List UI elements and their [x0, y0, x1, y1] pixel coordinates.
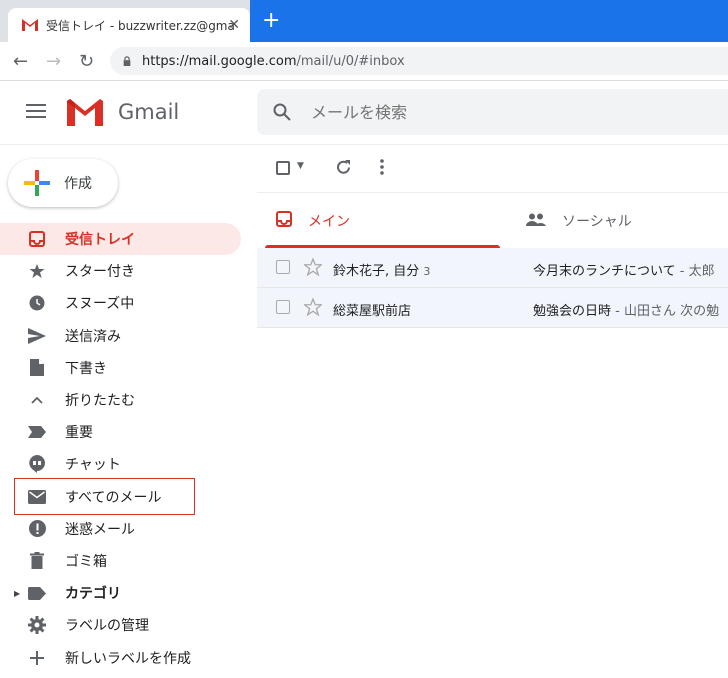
chevron-up-icon	[28, 391, 46, 409]
primary-inbox-icon	[276, 211, 292, 227]
sidebar-item-label: 新しいラベルを作成	[65, 650, 191, 667]
search-input[interactable]	[309, 101, 693, 123]
url-text: https://mail.google.com/mail/u/0/#inbox	[142, 54, 405, 69]
sidebar-item-label: ゴミ箱	[65, 553, 107, 570]
star-outline-icon[interactable]	[304, 298, 322, 316]
sidebar-item-important[interactable]: 重要	[0, 416, 241, 448]
sidebar-item-starred[interactable]: スター付き	[0, 255, 241, 287]
sidebar-nav: 受信トレイ スター付き スヌーズ中 送信済み 下書き 折りたたむ 重要 チャット…	[0, 223, 241, 674]
sidebar-item-sent[interactable]: 送信済み	[0, 320, 241, 352]
label-tag-icon	[28, 584, 46, 602]
sidebar-item-label: スヌーズ中	[65, 296, 135, 313]
tab-primary-label: メイン	[308, 214, 350, 230]
sidebar-item-label: 折りたたむ	[65, 393, 135, 410]
gmail-header: Gmail	[0, 81, 728, 145]
tab-title: 受信トレイ - buzzwriter.zz@gmail.c	[46, 18, 236, 33]
sidebar-item-manage-labels[interactable]: ラベルの管理	[0, 609, 241, 641]
email-subject-line: 勉強会の日時 - 山田さん 次の勉	[533, 300, 719, 319]
sidebar-item-spam[interactable]: 迷惑メール	[0, 513, 241, 545]
sender-name: 総菜屋駅前店	[333, 304, 412, 319]
caret-right-icon[interactable]: ▶	[14, 589, 20, 598]
email-sender: 総菜屋駅前店	[333, 300, 411, 319]
browser-tab[interactable]: 受信トレイ - buzzwriter.zz@gmail.c ✕	[8, 8, 250, 42]
gear-icon	[28, 616, 46, 635]
sidebar-item-label: カテゴリ	[65, 586, 121, 603]
send-icon	[28, 327, 46, 345]
more-options-icon[interactable]	[380, 159, 384, 175]
email-subject: 勉強会の日時	[533, 304, 612, 319]
lock-icon	[123, 56, 131, 66]
sidebar-item-label: ラベルの管理	[65, 618, 149, 635]
email-sender: 鈴木花子, 自分 3	[333, 260, 430, 279]
tab-social-label: ソーシャル	[562, 214, 632, 230]
search-icon	[273, 103, 291, 121]
sidebar-item-trash[interactable]: ゴミ箱	[0, 545, 241, 577]
select-all-checkbox[interactable]	[276, 161, 290, 175]
browser-tabstrip: 受信トレイ - buzzwriter.zz@gmail.c ✕ +	[0, 0, 728, 42]
sidebar-item-label: 迷惑メール	[65, 521, 135, 538]
main-menu-icon[interactable]	[26, 104, 46, 122]
gmail-wordmark: Gmail	[118, 100, 180, 124]
search-bar[interactable]	[257, 89, 728, 135]
sidebar-item-drafts[interactable]: 下書き	[0, 352, 241, 384]
address-bar-row: ← → ↻ https://mail.google.com/mail/u/0/#…	[0, 42, 728, 81]
sidebar-item-snoozed[interactable]: スヌーズ中	[0, 287, 241, 319]
address-bar[interactable]: https://mail.google.com/mail/u/0/#inbox	[110, 47, 728, 75]
mail-toolbar: ▼	[257, 144, 728, 193]
email-subject-line: 今月末のランチについて - 太郎	[533, 260, 715, 279]
star-outline-icon[interactable]	[304, 258, 322, 276]
sidebar-item-chat[interactable]: チャット	[0, 448, 241, 480]
refresh-icon[interactable]	[335, 159, 352, 176]
email-row[interactable]: 総菜屋駅前店 勉強会の日時 - 山田さん 次の勉	[257, 288, 728, 328]
email-snippet: - 太郎	[675, 264, 715, 279]
sidebar-item-label: 重要	[65, 425, 93, 442]
trash-icon	[28, 552, 46, 570]
sidebar-item-label: 受信トレイ	[65, 232, 135, 249]
sidebar-item-inbox[interactable]: 受信トレイ	[0, 223, 241, 256]
star-icon	[28, 262, 46, 280]
category-tabs: メイン ソーシャル	[257, 193, 728, 249]
gmail-logo-icon	[67, 99, 103, 126]
new-tab-icon[interactable]: +	[262, 10, 280, 32]
important-icon	[28, 423, 46, 441]
inbox-icon	[28, 230, 46, 248]
draft-file-icon	[28, 359, 46, 377]
email-subject: 今月末のランチについて	[533, 264, 676, 279]
email-checkbox[interactable]	[276, 260, 290, 274]
tabstrip-background	[250, 0, 728, 42]
annotation-highlight-box	[14, 478, 195, 515]
tab-primary[interactable]: メイン	[265, 193, 500, 248]
url-host: https://mail.google.com	[142, 53, 297, 69]
back-icon[interactable]: ←	[13, 51, 28, 72]
sidebar-item-label: 送信済み	[65, 328, 121, 345]
clock-icon	[28, 294, 46, 312]
forward-icon[interactable]: →	[46, 51, 61, 72]
spam-alert-icon	[28, 520, 46, 538]
plus-icon	[28, 649, 46, 667]
chat-icon	[28, 455, 46, 474]
compose-button[interactable]: 作成	[8, 159, 118, 207]
sidebar-item-create-label[interactable]: 新しいラベルを作成	[0, 641, 241, 673]
sidebar-item-label: チャット	[65, 457, 121, 474]
sidebar-item-collapse[interactable]: 折りたたむ	[0, 384, 241, 416]
sidebar-item-categories[interactable]: ▶ カテゴリ	[0, 577, 241, 609]
gmail-favicon-icon	[22, 19, 38, 31]
thread-count: 3	[423, 265, 431, 278]
select-dropdown-icon[interactable]: ▼	[297, 161, 304, 171]
sidebar-item-label: スター付き	[65, 264, 135, 281]
compose-plus-icon	[24, 170, 50, 196]
tab-close-icon[interactable]: ✕	[228, 17, 240, 33]
compose-label: 作成	[64, 176, 92, 192]
email-row[interactable]: 鈴木花子, 自分 3 今月末のランチについて - 太郎	[257, 248, 728, 288]
reload-icon[interactable]: ↻	[79, 51, 94, 72]
sidebar-item-label: 下書き	[65, 360, 107, 377]
people-icon	[526, 213, 546, 226]
sender-name: 鈴木花子, 自分	[333, 264, 420, 279]
email-checkbox[interactable]	[276, 300, 290, 314]
email-snippet: - 山田さん 次の勉	[611, 304, 720, 319]
url-path: /mail/u/0/#inbox	[296, 53, 405, 69]
